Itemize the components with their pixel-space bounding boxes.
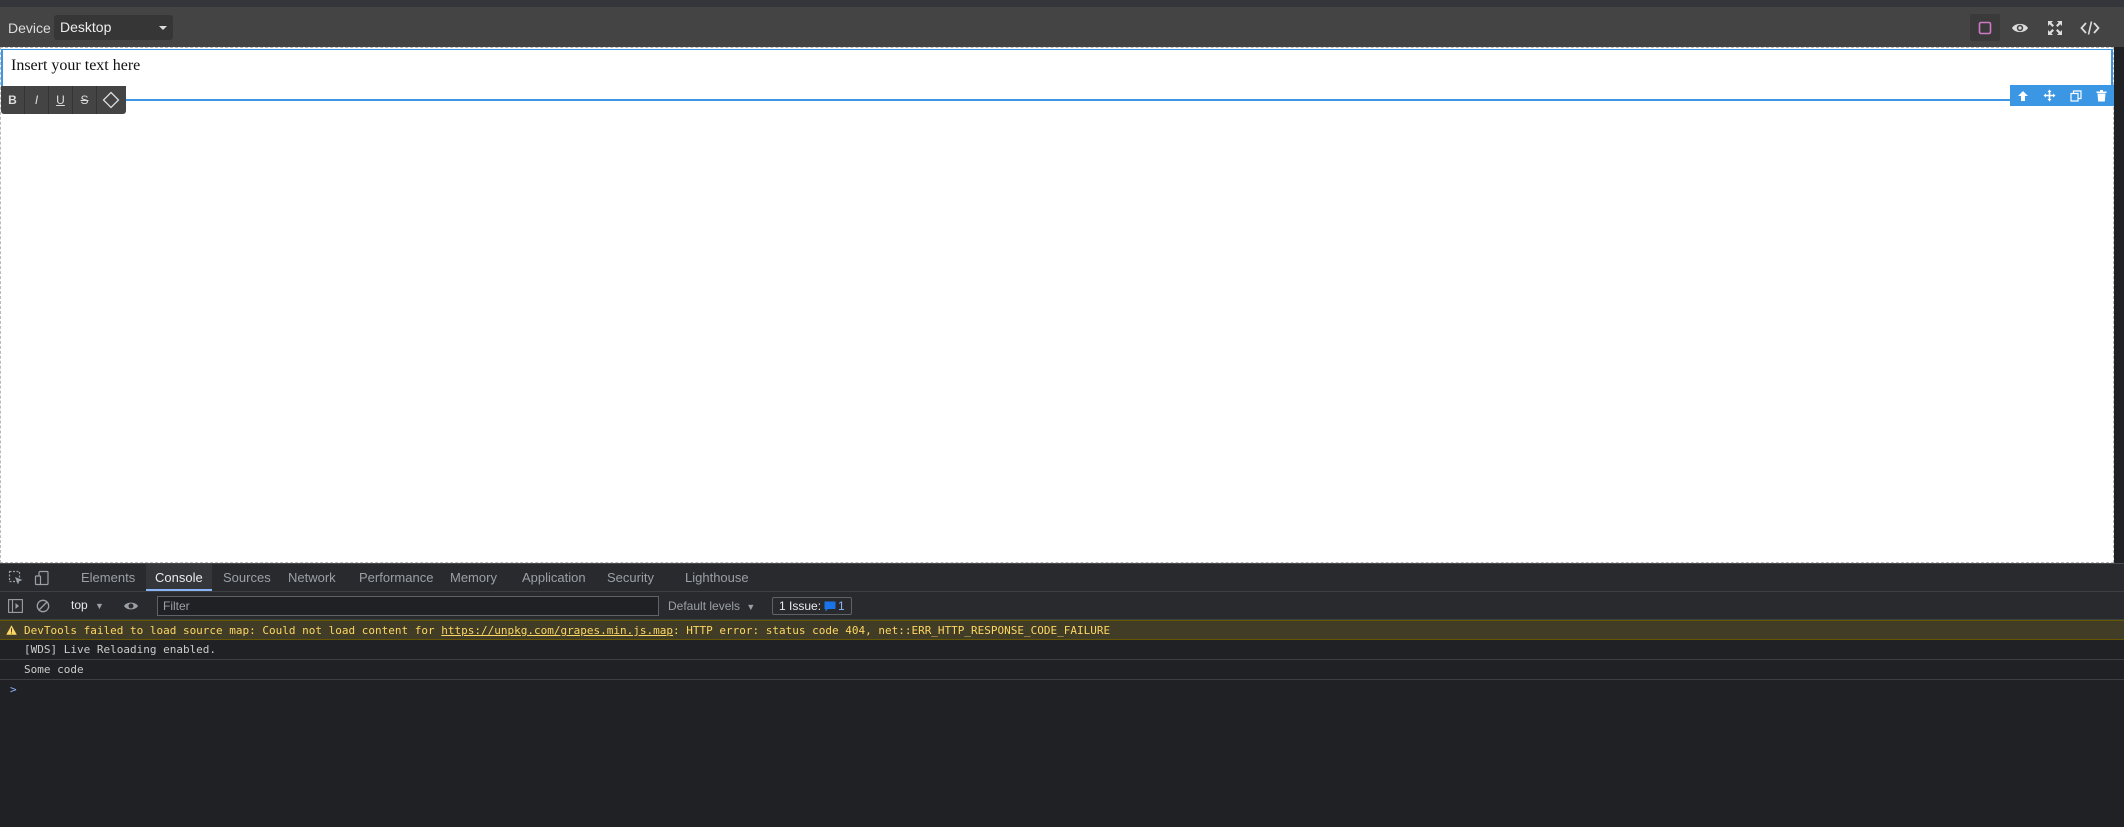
issues-count: 1 [838,599,845,613]
tab-sources[interactable]: Sources [214,564,280,591]
tab-elements[interactable]: Elements [72,564,144,591]
italic-button[interactable]: I [25,86,49,114]
console-messages: DevTools failed to load source map: Coul… [0,620,2124,699]
editor-toolbar: Device Desktop [0,7,2124,47]
link-diamond-icon [102,91,120,109]
console-prompt[interactable]: > [0,680,2124,699]
eye-icon [2012,23,2028,32]
console-filter-input[interactable] [157,596,659,616]
fullscreen-button[interactable] [2040,14,2070,41]
clear-console-icon[interactable] [36,599,50,613]
console-warning: DevTools failed to load source map: Coul… [0,620,2124,640]
clone-icon[interactable] [2070,89,2082,102]
tab-console[interactable]: Console [146,564,212,591]
fullscreen-icon [2048,20,2062,35]
preview-button[interactable] [2005,14,2035,41]
device-select-value: Desktop [60,19,112,35]
warning-icon [6,625,17,635]
code-icon [2080,20,2100,35]
device-toolbar-icon[interactable] [34,570,50,586]
console-log: [WDS] Live Reloading enabled. [0,640,2124,660]
strikethrough-button[interactable]: S [73,86,97,114]
inspect-element-icon[interactable] [8,570,24,586]
context-value: top [71,598,88,612]
device-label: Device [8,20,51,36]
log-levels-dropdown[interactable]: Default levels ▼ [668,599,755,613]
export-code-button[interactable] [2075,14,2105,41]
tab-security[interactable]: Security [598,564,663,591]
log-levels-label: Default levels [668,599,741,613]
devtools-tab-bar: Elements Console Sources Network Perform… [0,563,2124,591]
console-log: Some code [0,660,2124,680]
issues-button[interactable]: 1 Issue: 1 [772,597,852,615]
caret-down-icon: ▼ [95,601,104,611]
device-select[interactable]: Desktop [54,15,173,40]
issue-message-icon [824,601,836,611]
tab-network[interactable]: Network [279,564,345,591]
tab-performance[interactable]: Performance [350,564,442,591]
editor-canvas[interactable] [0,47,2114,563]
source-map-link[interactable]: https://unpkg.com/grapes.min.js.map [441,624,673,637]
warning-text-prefix: DevTools failed to load source map: Coul… [24,624,442,637]
bold-button[interactable]: B [1,86,25,114]
component-toolbar [2010,85,2114,106]
selected-text-component[interactable]: Insert your text here [1,49,2113,101]
issues-label: 1 Issue: [779,599,822,613]
warning-text-suffix: : HTTP error: status code 404, net::ERR_… [673,624,1111,637]
context-selector[interactable]: top ▼ [71,598,104,612]
delete-icon[interactable] [2096,89,2107,102]
tab-lighthouse[interactable]: Lighthouse [676,564,758,591]
sw-visibility-button[interactable] [1970,14,2000,41]
prompt-chevron-icon: > [10,683,17,696]
caret-down-icon: ▼ [746,602,756,612]
console-toolbar: top ▼ Default levels ▼ 1 Issue: 1 [0,591,2124,620]
top-strip [0,0,2124,7]
rich-text-toolbar: B I U S [1,86,126,114]
sidebar-toggle-icon[interactable] [8,599,23,613]
arrow-up-icon[interactable] [2017,90,2029,102]
caret-down-icon [159,26,167,30]
text-content[interactable]: Insert your text here [11,57,140,74]
move-icon[interactable] [2043,89,2056,102]
link-button[interactable] [97,86,125,114]
square-outline-icon [1978,21,1992,34]
underline-button[interactable]: U [49,86,73,114]
tab-application[interactable]: Application [513,564,595,591]
live-expression-eye-icon[interactable] [123,600,139,612]
tab-memory[interactable]: Memory [441,564,506,591]
